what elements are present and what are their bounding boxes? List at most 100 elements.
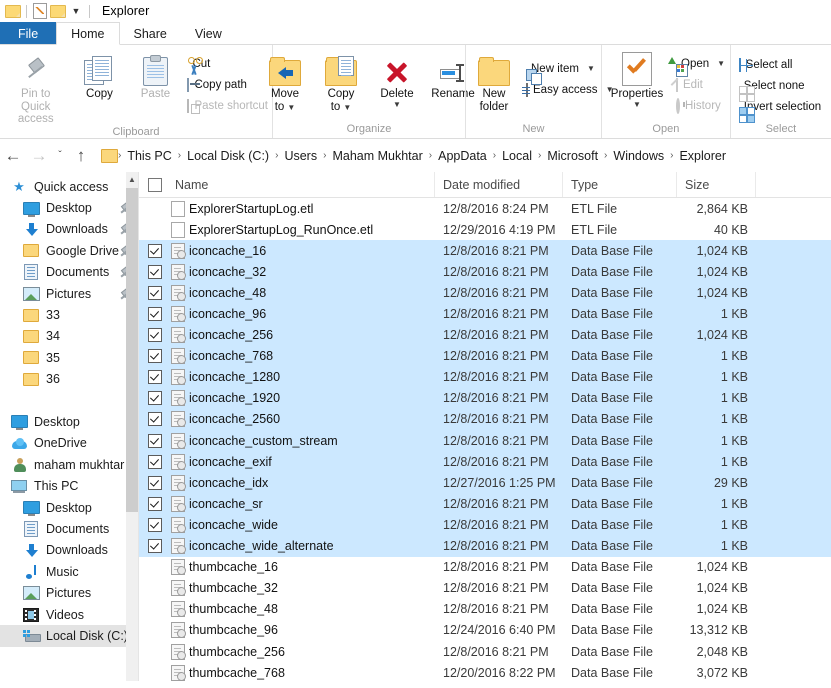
sidebar-item-desktop[interactable]: Desktop bbox=[0, 197, 138, 218]
nav-scrollbar[interactable]: ▲ bbox=[126, 172, 138, 681]
row-checkbox[interactable] bbox=[139, 434, 167, 448]
properties-icon[interactable] bbox=[31, 2, 49, 20]
new-folder-icon[interactable] bbox=[49, 2, 67, 20]
breadcrumb-item-user[interactable]: Maham Mukhtar bbox=[326, 149, 428, 163]
table-row[interactable]: iconcache_76812/8/2016 8:21 PMData Base … bbox=[139, 346, 831, 367]
row-checkbox[interactable] bbox=[139, 476, 167, 490]
table-row[interactable]: iconcache_3212/8/2016 8:21 PMData Base F… bbox=[139, 261, 831, 282]
sidebar-item-35[interactable]: 35 bbox=[0, 347, 138, 368]
sidebar-item-documents[interactable]: Documents bbox=[0, 262, 138, 283]
table-row[interactable]: iconcache_256012/8/2016 8:21 PMData Base… bbox=[139, 409, 831, 430]
copy-to-button[interactable]: Copy to▼ bbox=[313, 50, 369, 114]
table-row[interactable]: iconcache_128012/8/2016 8:21 PMData Base… bbox=[139, 367, 831, 388]
edit-button[interactable]: Edit bbox=[672, 74, 729, 95]
sidebar-item-this-pc[interactable]: This PC bbox=[0, 475, 138, 496]
table-row[interactable]: ExplorerStartupLog_RunOnce.etl12/29/2016… bbox=[139, 219, 831, 240]
chevron-down-icon[interactable]: ▼ bbox=[287, 103, 295, 112]
back-button[interactable]: ← bbox=[0, 143, 26, 169]
chevron-down-icon[interactable]: ▼ bbox=[587, 64, 595, 73]
column-header-name[interactable]: Name bbox=[167, 172, 435, 197]
up-button[interactable]: ↑ bbox=[68, 143, 94, 169]
table-row[interactable]: iconcache_sr12/8/2016 8:21 PMData Base F… bbox=[139, 493, 831, 514]
tab-view[interactable]: View bbox=[181, 22, 236, 45]
sidebar-item-documents[interactable]: Documents bbox=[0, 518, 138, 539]
breadcrumb-item-local-disk[interactable]: Local Disk (C:) bbox=[181, 149, 275, 163]
sidebar-item-downloads[interactable]: Downloads bbox=[0, 219, 138, 240]
recent-locations-button[interactable]: ˇ bbox=[52, 143, 68, 169]
table-row[interactable]: iconcache_exif12/8/2016 8:21 PMData Base… bbox=[139, 451, 831, 472]
breadcrumb[interactable]: › This PC › Local Disk (C:) › Users › Ma… bbox=[99, 145, 831, 167]
history-button[interactable]: History bbox=[672, 95, 729, 116]
forward-button[interactable]: → bbox=[26, 143, 52, 169]
delete-button[interactable]: Delete ▼ bbox=[369, 50, 425, 108]
select-all-button[interactable]: Select all bbox=[735, 54, 825, 75]
sidebar-item-33[interactable]: 33 bbox=[0, 304, 138, 325]
sidebar-item-local-disk-c[interactable]: Local Disk (C:) bbox=[0, 625, 138, 646]
table-row[interactable]: iconcache_1612/8/2016 8:21 PMData Base F… bbox=[139, 240, 831, 261]
row-checkbox[interactable] bbox=[139, 412, 167, 426]
row-checkbox[interactable] bbox=[139, 518, 167, 532]
tab-file[interactable]: File bbox=[0, 22, 56, 45]
table-row[interactable]: thumbcache_1612/8/2016 8:21 PMData Base … bbox=[139, 557, 831, 578]
sidebar-item-google-drive[interactable]: Google Drive bbox=[0, 240, 138, 261]
table-row[interactable]: iconcache_custom_stream12/8/2016 8:21 PM… bbox=[139, 430, 831, 451]
row-checkbox[interactable] bbox=[139, 349, 167, 363]
sidebar-item-videos[interactable]: Videos bbox=[0, 604, 138, 625]
chevron-down-icon[interactable]: ▼ bbox=[393, 101, 401, 108]
open-button[interactable]: Open ▼ bbox=[672, 53, 729, 74]
chevron-down-icon[interactable]: ▼ bbox=[343, 103, 351, 112]
tab-home[interactable]: Home bbox=[56, 22, 119, 45]
sidebar-item-pictures[interactable]: Pictures bbox=[0, 582, 138, 603]
table-row[interactable]: thumbcache_25612/8/2016 8:21 PMData Base… bbox=[139, 641, 831, 662]
breadcrumb-item-explorer[interactable]: Explorer bbox=[673, 149, 732, 163]
table-row[interactable]: iconcache_192012/8/2016 8:21 PMData Base… bbox=[139, 388, 831, 409]
column-header-type[interactable]: Type bbox=[563, 172, 677, 197]
sidebar-item-onedrive[interactable]: OneDrive bbox=[0, 433, 138, 454]
nav-scrollbar-thumb[interactable] bbox=[126, 188, 138, 512]
customize-caret-icon[interactable]: ▼ bbox=[67, 2, 85, 20]
table-row[interactable]: iconcache_idx12/27/2016 1:25 PMData Base… bbox=[139, 472, 831, 493]
table-row[interactable]: iconcache_4812/8/2016 8:21 PMData Base F… bbox=[139, 282, 831, 303]
table-row[interactable]: iconcache_9612/8/2016 8:21 PMData Base F… bbox=[139, 303, 831, 324]
sidebar-item-pictures[interactable]: Pictures bbox=[0, 283, 138, 304]
table-row[interactable]: ExplorerStartupLog.etl12/8/2016 8:24 PME… bbox=[139, 198, 831, 219]
row-checkbox[interactable] bbox=[139, 286, 167, 300]
move-to-button[interactable]: Move to▼ bbox=[257, 50, 313, 114]
sidebar-item-desktop[interactable]: Desktop bbox=[0, 497, 138, 518]
row-checkbox[interactable] bbox=[139, 391, 167, 405]
new-folder-button[interactable]: New folder bbox=[466, 50, 522, 113]
breadcrumb-item-appdata[interactable]: AppData bbox=[432, 149, 493, 163]
table-row[interactable]: thumbcache_3212/8/2016 8:21 PMData Base … bbox=[139, 578, 831, 599]
properties-button[interactable]: Properties ▼ bbox=[602, 50, 672, 108]
sidebar-item-maham-mukhtar[interactable]: maham mukhtar bbox=[0, 454, 138, 475]
table-row[interactable]: iconcache_25612/8/2016 8:21 PMData Base … bbox=[139, 325, 831, 346]
breadcrumb-item-microsoft[interactable]: Microsoft bbox=[541, 149, 604, 163]
sidebar-item-quick-access[interactable]: ★Quick access bbox=[0, 176, 138, 197]
column-header-size[interactable]: Size bbox=[677, 172, 756, 197]
table-row[interactable]: thumbcache_9612/24/2016 6:40 PMData Base… bbox=[139, 620, 831, 641]
row-checkbox[interactable] bbox=[139, 539, 167, 553]
row-checkbox[interactable] bbox=[139, 265, 167, 279]
sidebar-item-desktop[interactable]: Desktop bbox=[0, 411, 138, 432]
chevron-down-icon[interactable]: ▼ bbox=[633, 101, 641, 108]
sidebar-item-34[interactable]: 34 bbox=[0, 326, 138, 347]
table-row[interactable]: thumbcache_4812/8/2016 8:21 PMData Base … bbox=[139, 599, 831, 620]
sidebar-item-music[interactable]: Music bbox=[0, 561, 138, 582]
folder-icon[interactable] bbox=[4, 2, 22, 20]
table-row[interactable]: iconcache_wide_alternate12/8/2016 8:21 P… bbox=[139, 536, 831, 557]
paste-button[interactable]: Paste bbox=[127, 50, 183, 101]
breadcrumb-item-windows[interactable]: Windows bbox=[607, 149, 670, 163]
pin-to-quick-access-button[interactable]: Pin to Quick access bbox=[0, 50, 71, 126]
breadcrumb-item-local[interactable]: Local bbox=[496, 149, 538, 163]
sidebar-item-36[interactable]: 36 bbox=[0, 369, 138, 390]
scroll-up-arrow-icon[interactable]: ▲ bbox=[126, 172, 138, 186]
row-checkbox[interactable] bbox=[139, 244, 167, 258]
breadcrumb-item-users[interactable]: Users bbox=[278, 149, 323, 163]
table-row[interactable]: thumbcache_76812/20/2016 8:22 PMData Bas… bbox=[139, 662, 831, 681]
select-all-header-checkbox[interactable] bbox=[139, 172, 167, 197]
sidebar-item-downloads[interactable]: Downloads bbox=[0, 540, 138, 561]
table-row[interactable]: iconcache_wide12/8/2016 8:21 PMData Base… bbox=[139, 514, 831, 535]
row-checkbox[interactable] bbox=[139, 497, 167, 511]
row-checkbox[interactable] bbox=[139, 370, 167, 384]
copy-button[interactable]: Copy bbox=[71, 50, 127, 101]
